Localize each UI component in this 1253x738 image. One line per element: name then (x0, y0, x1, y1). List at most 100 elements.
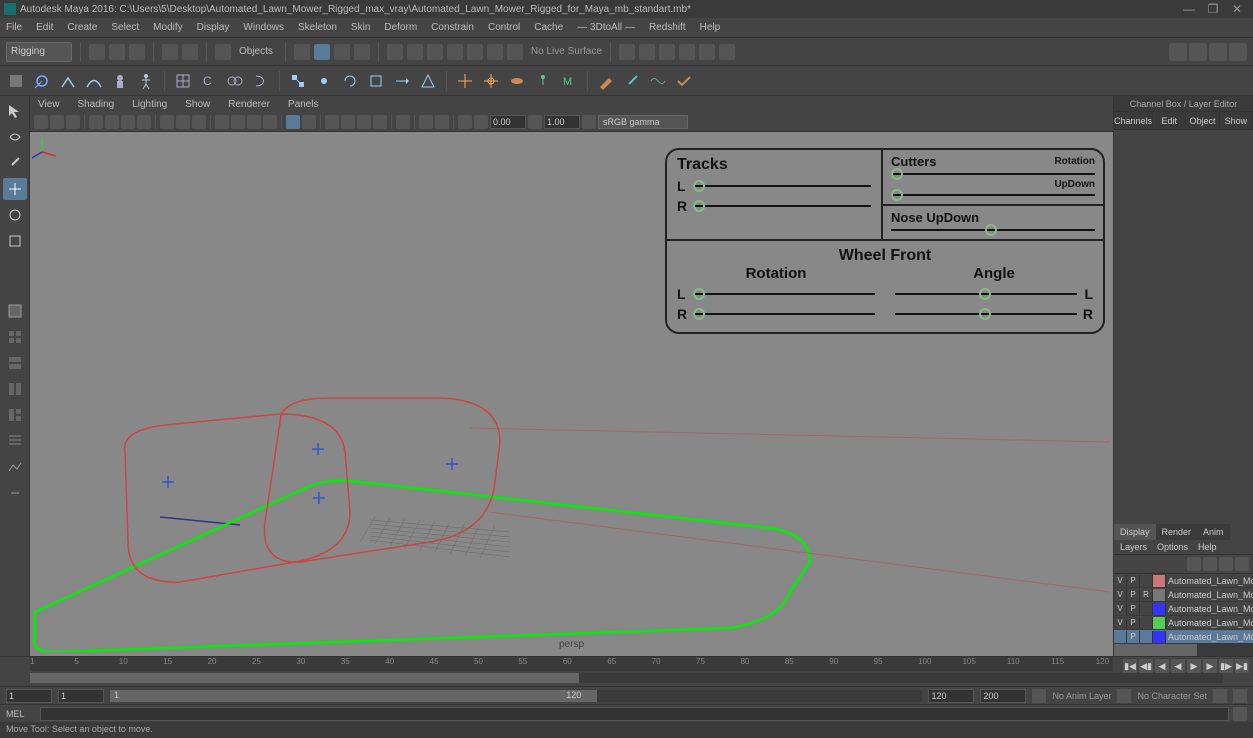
t2[interactable] (447, 44, 463, 60)
shelf-tab-toggle[interactable] (6, 71, 26, 91)
t6[interactable] (719, 44, 735, 60)
save-scene-button[interactable] (129, 44, 145, 60)
vp-btn-8[interactable] (160, 115, 174, 129)
tracks-l-slider[interactable] (693, 185, 871, 187)
close-button[interactable]: ✕ (1225, 2, 1249, 16)
channel-box-toggle[interactable] (1209, 43, 1227, 61)
select-mode-button[interactable] (215, 44, 231, 60)
layout-single[interactable] (3, 300, 27, 322)
snap-curve-button[interactable] (314, 44, 330, 60)
vp-btn-2[interactable] (50, 115, 64, 129)
t3[interactable] (467, 44, 483, 60)
vp-btn-10[interactable] (192, 115, 206, 129)
vp-btn-17[interactable] (341, 115, 355, 129)
rotation-l-slider[interactable] (693, 293, 875, 295)
layer-ref[interactable] (1140, 631, 1153, 643)
redo-button[interactable] (182, 44, 198, 60)
vp-exposure-field[interactable] (490, 115, 526, 129)
tab-object[interactable]: Object (1186, 112, 1219, 129)
no-anim-layer-label[interactable]: No Anim Layer (1052, 691, 1111, 701)
menu-constrain[interactable]: Constrain (431, 22, 474, 33)
nose-slider[interactable] (891, 229, 1095, 231)
tracks-r-slider[interactable] (693, 205, 871, 207)
autokey-button[interactable] (1213, 689, 1227, 703)
shelf-pole-constraint-icon[interactable] (418, 71, 438, 91)
vp-isolate-button[interactable] (286, 115, 300, 129)
menu-3dtoall[interactable]: — 3DtoAll — (577, 22, 635, 33)
select-tool[interactable] (3, 100, 27, 122)
shelf-check-icon[interactable] (674, 71, 694, 91)
minimize-button[interactable]: — (1177, 2, 1201, 16)
layout-two-h[interactable] (3, 352, 27, 374)
vp-btn-23[interactable] (458, 115, 472, 129)
go-to-start-button[interactable]: ▮◀ (1123, 659, 1137, 673)
layout-three[interactable] (3, 404, 27, 426)
layer-row[interactable]: VPAutomated_Lawn_Mov (1114, 602, 1253, 616)
menu-deform[interactable]: Deform (384, 22, 417, 33)
script-editor-button[interactable] (1233, 707, 1247, 721)
vp-btn-6[interactable] (121, 115, 135, 129)
time-ruler[interactable]: 1510152025303540455055606570758085909510… (30, 657, 1113, 671)
hypershade-button[interactable] (679, 44, 695, 60)
maximize-button[interactable]: ❐ (1201, 2, 1225, 16)
go-to-end-button[interactable]: ▶▮ (1235, 659, 1249, 673)
shelf-wave-icon[interactable] (648, 71, 668, 91)
layer-row[interactable]: VPRAutomated_Lawn_Mower (1114, 588, 1253, 602)
angle-l-slider[interactable] (895, 293, 1077, 295)
layout-two-v[interactable] (3, 378, 27, 400)
t5[interactable] (507, 44, 523, 60)
layer-row[interactable]: VPAutomated_Lawn_Mov (1114, 574, 1253, 588)
shelf-parent-constraint-icon[interactable] (288, 71, 308, 91)
layer-hscroll[interactable] (1114, 644, 1253, 656)
play-end-field[interactable] (928, 689, 974, 703)
vp-exposure-button[interactable] (474, 115, 488, 129)
vp-btn-1[interactable] (34, 115, 48, 129)
layer-icon-3[interactable] (1219, 557, 1233, 571)
command-input[interactable] (40, 707, 1229, 721)
shelf-cluster-icon[interactable]: C (199, 71, 219, 91)
render-button[interactable] (619, 44, 635, 60)
layers-menu[interactable]: Layers (1120, 542, 1147, 552)
attribute-editor-toggle[interactable] (1169, 43, 1187, 61)
prefs-button[interactable] (1233, 689, 1247, 703)
layer-vis[interactable]: V (1114, 603, 1127, 615)
menu-skin[interactable]: Skin (351, 22, 370, 33)
vp-btn-19[interactable] (373, 115, 387, 129)
vp-btn-22[interactable] (435, 115, 449, 129)
help-menu[interactable]: Help (1198, 542, 1217, 552)
shelf-muscle-icon[interactable] (507, 71, 527, 91)
shelf-ik-icon[interactable] (58, 71, 78, 91)
history-button[interactable] (407, 44, 423, 60)
shelf-human-icon[interactable] (136, 71, 156, 91)
vp-btn-3[interactable] (66, 115, 80, 129)
shelf-aim-constraint-icon[interactable] (392, 71, 412, 91)
layer-ref[interactable] (1140, 575, 1153, 587)
open-scene-button[interactable] (109, 44, 125, 60)
step-back-button[interactable]: ◀ (1155, 659, 1169, 673)
layer-color[interactable] (1153, 603, 1166, 615)
play-forward-button[interactable]: ▶ (1187, 659, 1201, 673)
tab-edit[interactable]: Edit (1153, 112, 1186, 129)
vp-btn-14[interactable] (263, 115, 277, 129)
menu-file[interactable]: File (6, 22, 22, 33)
menu-skeleton[interactable]: Skeleton (298, 22, 337, 33)
t1[interactable] (427, 44, 443, 60)
layer-color[interactable] (1153, 617, 1166, 629)
vp-panels[interactable]: Panels (288, 99, 319, 110)
snap-grid-button[interactable] (294, 44, 310, 60)
layer-color[interactable] (1153, 631, 1166, 643)
vp-gamma-field[interactable] (544, 115, 580, 129)
live-surface-button[interactable] (387, 44, 403, 60)
shelf-wrap-icon[interactable] (251, 71, 271, 91)
vp-renderer[interactable]: Renderer (228, 99, 270, 110)
vp-gamma-button[interactable] (528, 115, 542, 129)
script-lang-label[interactable]: MEL (6, 709, 36, 719)
layer-color[interactable] (1153, 589, 1166, 601)
options-menu[interactable]: Options (1157, 542, 1188, 552)
layout-outliner[interactable] (3, 430, 27, 452)
anim-end-field[interactable] (980, 689, 1026, 703)
step-forward-key-button[interactable]: ▮▶ (1219, 659, 1233, 673)
vp-btn-4[interactable] (89, 115, 103, 129)
vp-btn-11[interactable] (215, 115, 229, 129)
layout-more[interactable] (3, 482, 27, 504)
